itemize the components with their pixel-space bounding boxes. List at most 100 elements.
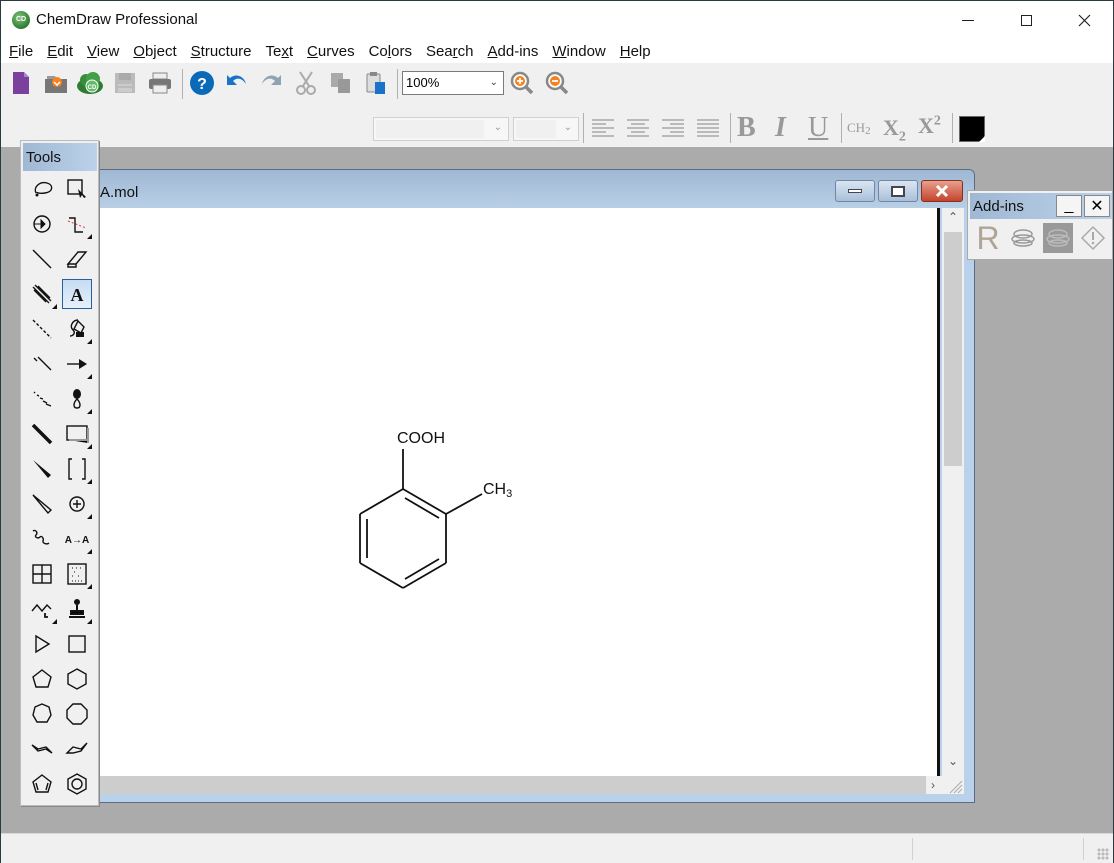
horizontal-scroll-thumb[interactable] — [100, 776, 926, 794]
color-picker-button[interactable] — [959, 116, 985, 142]
r-group-button[interactable]: R — [973, 220, 1003, 256]
horizontal-scrollbar[interactable]: › — [100, 776, 942, 794]
tool-arrow[interactable] — [62, 349, 92, 379]
menu-structure[interactable]: Structure — [191, 43, 252, 60]
justify-button[interactable] — [693, 113, 723, 143]
tool-text[interactable]: A — [62, 279, 92, 309]
tool-marquee-select[interactable] — [62, 174, 92, 204]
tool-cyclobutane[interactable] — [62, 629, 92, 659]
font-name-select[interactable]: ⌄ — [373, 117, 509, 141]
menu-add-ins[interactable]: Add-ins — [488, 43, 539, 60]
document-restore-button[interactable] — [878, 180, 918, 202]
align-left-button[interactable] — [588, 113, 618, 143]
formula-button[interactable]: CH2 — [847, 120, 871, 137]
undo-button[interactable] — [222, 68, 252, 98]
tool-eraser[interactable] — [62, 244, 92, 274]
cyclopropane-icon — [35, 634, 51, 654]
zoom-in-button[interactable] — [507, 68, 537, 98]
tool-cyclohexane-chair-1[interactable] — [27, 734, 57, 764]
tool-hollow-wedge-bond[interactable] — [27, 489, 57, 519]
window-resize-grip-icon[interactable] — [1097, 848, 1109, 860]
tool-cycloheptane[interactable] — [27, 699, 57, 729]
menu-curves[interactable]: Curves — [307, 43, 355, 60]
new-document-button[interactable] — [6, 68, 36, 98]
copy-button[interactable] — [326, 68, 356, 98]
tool-lasso[interactable] — [27, 174, 57, 204]
tool-hashed-bond[interactable] — [27, 349, 57, 379]
drawing-canvas[interactable]: COOH CH3 — [100, 208, 940, 776]
superscript-button[interactable]: X2 — [918, 113, 941, 139]
tool-acyclic-chain[interactable] — [27, 594, 57, 624]
scroll-up-icon[interactable]: ⌃ — [942, 210, 964, 230]
tool-query-tools[interactable]: A→A — [62, 524, 92, 554]
molecule-structure[interactable] — [100, 208, 940, 776]
close-button[interactable] — [1055, 1, 1113, 39]
redo-button[interactable] — [256, 68, 286, 98]
submenu-indicator-icon — [87, 479, 92, 484]
subscript-button[interactable]: X2 — [883, 115, 906, 145]
tool-bold-bond[interactable] — [27, 419, 57, 449]
font-size-select[interactable]: ⌄ — [513, 117, 579, 141]
tool-templates[interactable] — [62, 594, 92, 624]
resize-grip-icon[interactable] — [942, 776, 964, 794]
tool-wavy-bond[interactable] — [27, 524, 57, 554]
tool-cyclooctane[interactable] — [62, 699, 92, 729]
addins-minimize-button[interactable]: _ — [1056, 195, 1082, 217]
tool-dashed-bond[interactable] — [27, 314, 57, 344]
menu-colors[interactable]: Colors — [369, 43, 412, 60]
reaction-addin-2-button[interactable] — [1043, 223, 1073, 253]
tool-chain[interactable] — [62, 209, 92, 239]
tool-solid-bond[interactable] — [27, 244, 57, 274]
tool-brackets[interactable] — [62, 454, 92, 484]
italic-button[interactable]: I — [775, 112, 786, 144]
help-button[interactable]: ? — [187, 68, 217, 98]
vertical-scroll-thumb[interactable] — [944, 232, 962, 466]
menu-text[interactable]: Text — [266, 43, 294, 60]
tool-hashed-wedge-bond[interactable] — [27, 384, 57, 414]
align-center-button[interactable] — [623, 113, 653, 143]
tool-pen[interactable] — [62, 314, 92, 344]
tool-cyclohexane-chair-2[interactable] — [62, 734, 92, 764]
underline-button[interactable]: U — [808, 112, 828, 144]
menu-search[interactable]: Search — [426, 43, 474, 60]
cloud-open-button[interactable]: CD — [75, 68, 105, 98]
bold-button[interactable]: B — [737, 112, 756, 144]
print-button[interactable] — [145, 68, 175, 98]
minimize-button[interactable] — [939, 1, 997, 39]
tool-cyclopropane[interactable] — [27, 629, 57, 659]
tool-cyclohexane[interactable] — [62, 664, 92, 694]
scroll-down-icon[interactable]: ⌄ — [942, 754, 964, 774]
zoom-out-button[interactable] — [542, 68, 572, 98]
menu-window[interactable]: Window — [552, 43, 605, 60]
paste-button[interactable] — [361, 68, 391, 98]
tool-structure-perspective[interactable] — [27, 209, 57, 239]
tool-multiple-bond[interactable] — [27, 279, 57, 309]
save-button[interactable] — [110, 68, 140, 98]
menu-object[interactable]: Object — [133, 43, 176, 60]
menu-help[interactable]: Help — [620, 43, 651, 60]
hazard-button[interactable] — [1078, 223, 1108, 253]
document-minimize-button[interactable] — [835, 180, 875, 202]
tool-cyclopentane[interactable] — [27, 664, 57, 694]
open-button[interactable] — [41, 68, 71, 98]
tool-wedge-bond[interactable] — [27, 454, 57, 484]
zoom-level-select[interactable]: 100% ⌄ — [402, 71, 504, 95]
vertical-scrollbar[interactable]: ⌃ ⌄ — [942, 208, 964, 776]
addins-close-button[interactable]: ✕ — [1084, 195, 1110, 217]
document-close-button[interactable] — [921, 180, 963, 202]
maximize-button[interactable] — [997, 1, 1055, 39]
tool-tlc-plate[interactable] — [62, 559, 92, 589]
menu-edit[interactable]: Edit — [47, 43, 73, 60]
menu-view[interactable]: View — [87, 43, 119, 60]
align-right-button[interactable] — [658, 113, 688, 143]
scroll-right-icon[interactable]: › — [924, 776, 942, 794]
tool-drawing-elements[interactable] — [62, 419, 92, 449]
tool-cyclopentadiene[interactable] — [27, 769, 57, 799]
tool-orbital[interactable] — [62, 384, 92, 414]
cut-button[interactable] — [291, 68, 321, 98]
reaction-addin-button[interactable] — [1008, 223, 1038, 253]
tool-table[interactable] — [27, 559, 57, 589]
menu-file[interactable]: File — [9, 43, 33, 60]
tool-chemical-symbols[interactable] — [62, 489, 92, 519]
tool-benzene[interactable] — [62, 769, 92, 799]
